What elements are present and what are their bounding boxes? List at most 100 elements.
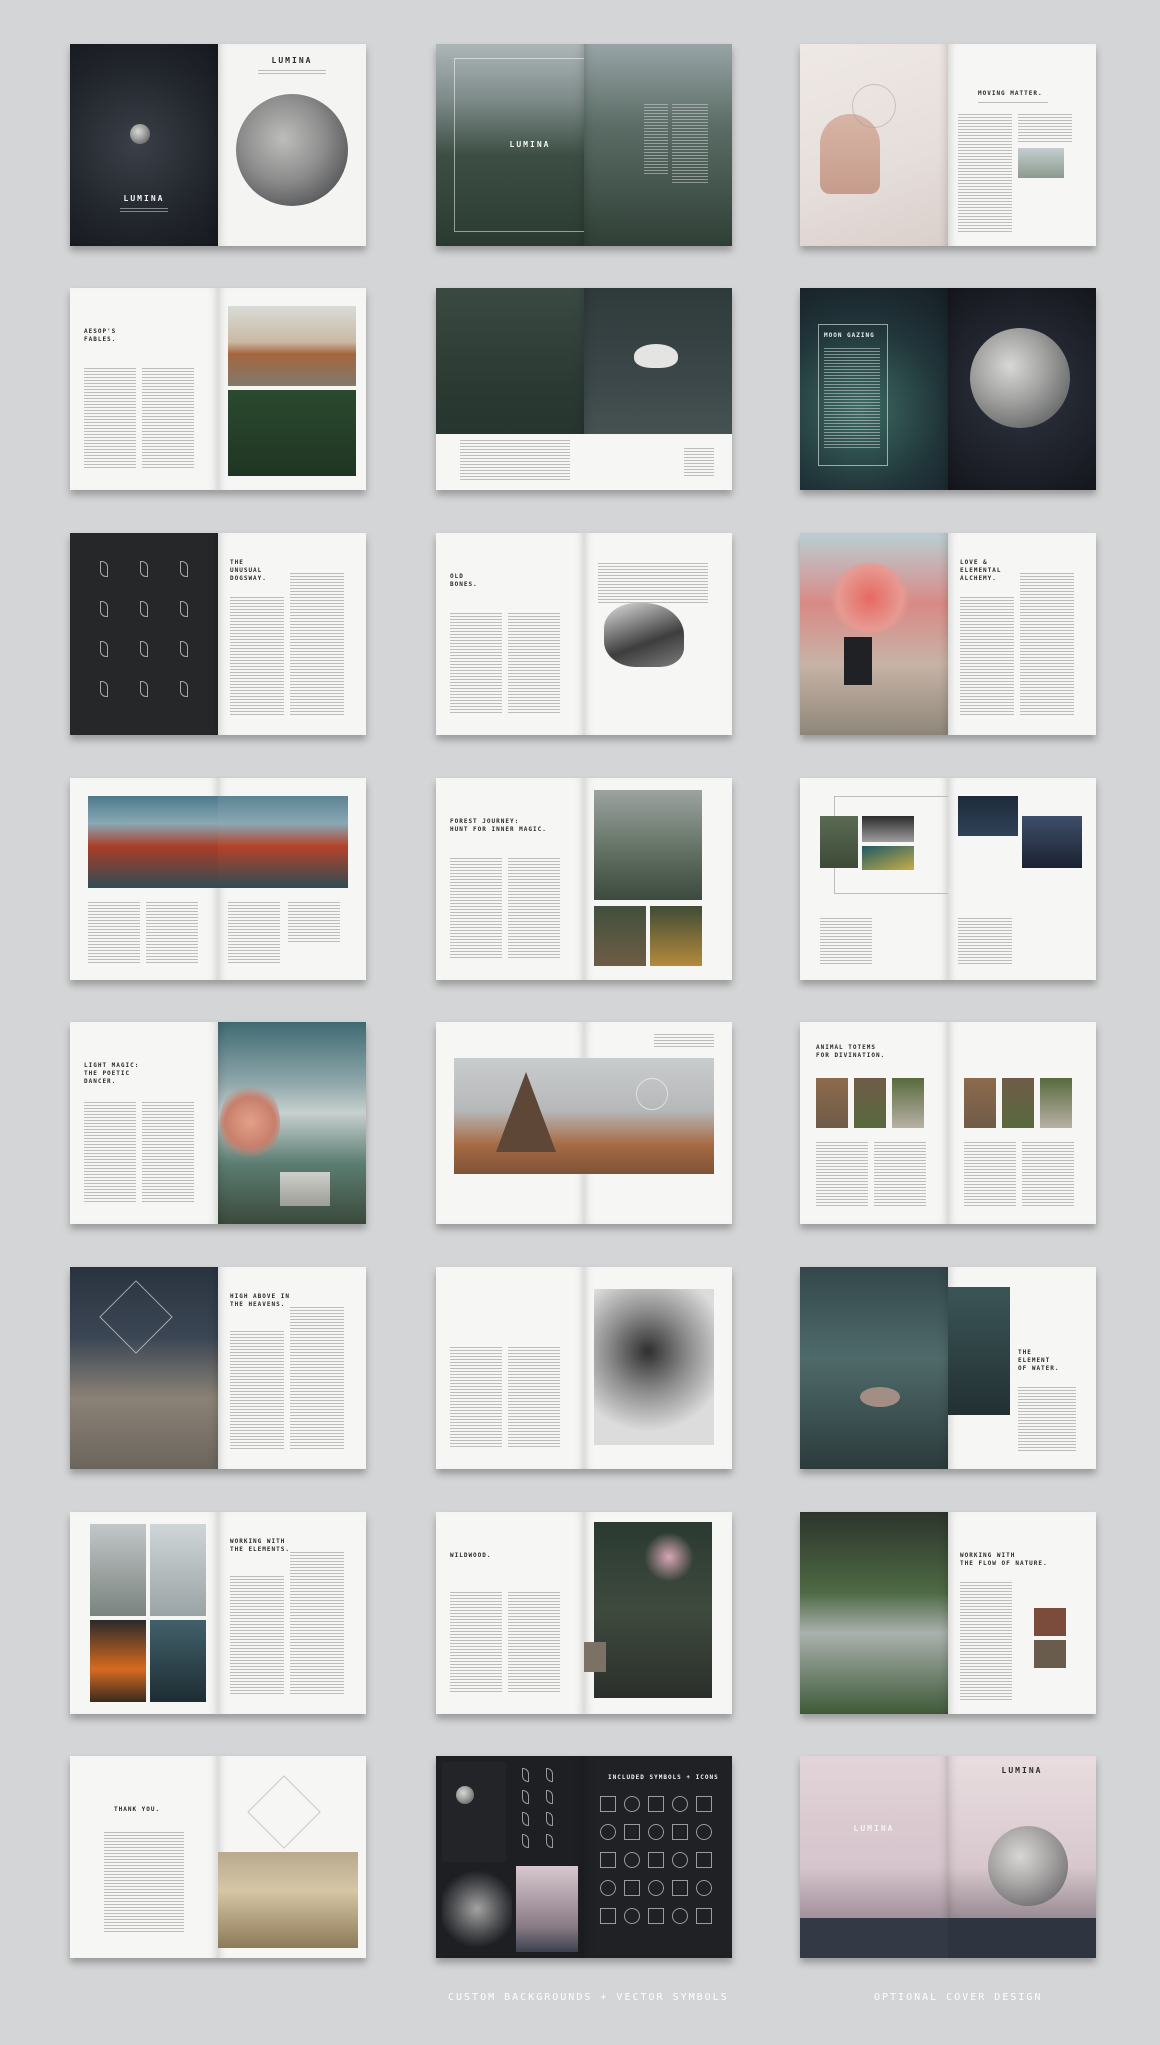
- cover-subtitle: [120, 208, 168, 212]
- body-text-a: [450, 1592, 502, 1692]
- vector-symbol-icon: [624, 1852, 640, 1868]
- feather-symbol: [546, 1834, 553, 1848]
- spread-unusual-dogsway: THE UNUSUAL DOGSWAY.: [70, 533, 366, 735]
- vector-symbol-icon: [624, 1796, 640, 1812]
- feather-symbol: [546, 1812, 553, 1826]
- body-text-a: [958, 114, 1012, 232]
- spread-headline: HIGH ABOVE IN THE HEAVENS.: [230, 1293, 290, 1308]
- spread-thank-you: THANK YOU.: [70, 1756, 366, 1958]
- right-text: [598, 563, 708, 603]
- animal-photo: [816, 1078, 848, 1128]
- spread-headline: OLD BONES.: [450, 573, 478, 588]
- spread-flow-nature: WORKING WITH THE FLOW OF NATURE.: [800, 1512, 1096, 1714]
- page-right: THE UNUSUAL DOGSWAY.: [218, 533, 366, 735]
- vector-symbol-icon: [600, 1824, 616, 1840]
- top-text: [654, 1034, 714, 1048]
- dunes-photo: [218, 1852, 358, 1948]
- vector-symbol-icon: [696, 1852, 712, 1868]
- body-text-b: [1020, 573, 1074, 717]
- feather-symbol: [100, 601, 108, 617]
- page-right: [584, 1512, 732, 1714]
- peacock-photo: [862, 846, 914, 870]
- spread-animal-totems: ANIMAL TOTEMS FOR DIVINATION.: [800, 1022, 1096, 1224]
- rocks-silhouette: [948, 1918, 1096, 1958]
- spread-element-water: THE ELEMENT OF WATER.: [800, 1267, 1096, 1469]
- page-right: [218, 1756, 366, 1958]
- vector-symbol-icon: [600, 1908, 616, 1924]
- pink-landscape-tile: [516, 1866, 578, 1952]
- spread-headline: WORKING WITH THE ELEMENTS.: [230, 1538, 290, 1553]
- moon-tile: [442, 1762, 506, 1862]
- feather-symbol: [140, 601, 148, 617]
- vector-symbol-icon: [672, 1824, 688, 1840]
- lava-photo: [88, 796, 218, 888]
- spread-teepee-spread: [436, 1022, 732, 1224]
- page-right: [584, 44, 732, 246]
- animal-photo: [1040, 1078, 1072, 1128]
- credits-text: [104, 1832, 184, 1932]
- moon-sky-photo: [958, 796, 1018, 836]
- spread-cover-spread: LUMINA LUMINA: [70, 44, 366, 246]
- page-left: OLD BONES.: [436, 533, 584, 735]
- page-right: [218, 1022, 366, 1224]
- body-text-b: [508, 613, 560, 713]
- contents-list: [644, 104, 668, 174]
- vector-symbol-icon: [600, 1852, 616, 1868]
- frame-text: [824, 348, 880, 448]
- dancer-photo: [862, 816, 914, 842]
- page-right: WORKING WITH THE FLOW OF NATURE.: [948, 1512, 1096, 1714]
- page-left: [800, 533, 948, 735]
- vector-symbol-icon: [648, 1908, 664, 1924]
- spread-grid: LUMINA LUMINA LUMINA MOVING MATTER. AESOP'S …: [0, 0, 1160, 1980]
- feather-symbol: [546, 1790, 553, 1804]
- page-left: [436, 1022, 584, 1224]
- feather-symbol: [522, 1768, 529, 1782]
- page-right: [584, 1267, 732, 1469]
- spread-optional-cover: LUMINA LUMINA: [800, 1756, 1096, 1958]
- animal-photo: [964, 1078, 996, 1128]
- feather-symbol: [180, 601, 188, 617]
- feather-symbol: [100, 681, 108, 697]
- vector-symbol-icon: [672, 1796, 688, 1812]
- cloud-photo: [150, 1524, 206, 1616]
- inset-photo-a: [1034, 1608, 1066, 1636]
- page-left: ANIMAL TOTEMS FOR DIVINATION.: [800, 1022, 948, 1224]
- geometric-symbol: [852, 84, 896, 128]
- page-left: AESOP'S FABLES.: [70, 288, 218, 490]
- spread-high-heavens: HIGH ABOVE IN THE HEAVENS.: [70, 1267, 366, 1469]
- page-left: [436, 288, 584, 490]
- body-text-b: [290, 1307, 344, 1451]
- silhouette-photo: [1022, 816, 1082, 868]
- moon-graphic: [130, 124, 150, 144]
- page-right: LOVE & ELEMENTAL ALCHEMY.: [948, 533, 1096, 735]
- spread-headline: THANK YOU.: [114, 1806, 161, 1813]
- page-right: [948, 778, 1096, 980]
- feather-symbol: [180, 561, 188, 577]
- page-right: LUMINA: [218, 44, 366, 246]
- body-text-a: [450, 613, 502, 713]
- fox-photo: [228, 306, 356, 386]
- feather-symbol: [522, 1812, 529, 1826]
- page-right: THE ELEMENT OF WATER.: [948, 1267, 1096, 1469]
- feather-symbol: [522, 1834, 529, 1848]
- page-left: LUMINA: [70, 44, 218, 246]
- vector-symbol-icon: [672, 1852, 688, 1868]
- spread-contents-spread: LUMINA: [436, 44, 732, 246]
- spread-headline: FOREST JOURNEY: HUNT FOR INNER MAGIC.: [450, 818, 547, 833]
- inset-photo: [1018, 148, 1064, 178]
- page-left: LUMINA: [436, 44, 584, 246]
- teepee: [496, 1072, 556, 1152]
- body-text-b: [146, 902, 198, 964]
- portrait-photo: [594, 1289, 714, 1445]
- spread-headline: LIGHT MAGIC: THE POETIC DANCER.: [84, 1062, 140, 1085]
- vector-symbol-icon: [696, 1880, 712, 1896]
- subheading: [978, 102, 1048, 105]
- spread-forest-journey: FOREST JOURNEY: HUNT FOR INNER MAGIC.: [436, 778, 732, 980]
- animal-photo: [854, 1078, 886, 1128]
- page-right: [584, 1022, 732, 1224]
- spread-headline: INCLUDED SYMBOLS + ICONS: [608, 1774, 719, 1781]
- vector-symbol-icon: [648, 1880, 664, 1896]
- body-text-a: [230, 1331, 284, 1451]
- spread-swan-spread: [436, 288, 732, 490]
- page-right: MOVING MATTER.: [948, 44, 1096, 246]
